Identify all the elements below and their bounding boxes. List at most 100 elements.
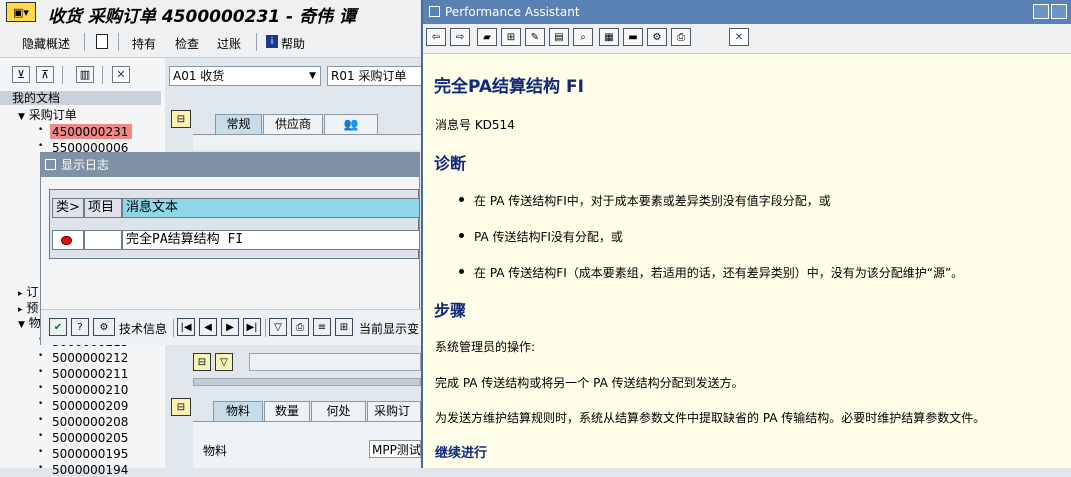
collapse-triangle-icon[interactable]: ▼ [18, 320, 25, 330]
bullet-icon: • [38, 125, 44, 135]
expand-triangle-icon[interactable]: ▸ [18, 305, 23, 315]
tech-info-button[interactable]: 技术信息 [119, 320, 167, 337]
hold-button[interactable]: 持有 [132, 35, 156, 52]
tree-node-collapsed[interactable]: ▸ 预 [18, 301, 39, 316]
hide-overview-button[interactable]: 隐藏概述 [22, 35, 70, 52]
error-light-icon [61, 236, 72, 245]
list-item[interactable]: 5000000211 [52, 367, 128, 381]
tab-material[interactable]: 物料 [213, 401, 263, 421]
list-item[interactable]: 5000000194 [52, 463, 128, 477]
toolbar-separator [118, 33, 119, 51]
material-label: 物料 [203, 444, 228, 458]
bullet-icon: • [38, 431, 44, 441]
next-page-icon[interactable]: ▶ [221, 318, 239, 336]
table-cell-message[interactable]: 完全PA结算结构 FI [122, 230, 420, 250]
check-button[interactable]: 检查 [175, 35, 199, 52]
question-icon[interactable]: ? [71, 318, 89, 336]
expand-all-icon[interactable]: ⊻ [12, 66, 30, 83]
diagnosis-item: 在 PA 传送结构FI（成本要素组，若适用的话，还有差异类别）中，没有为该分配维… [474, 266, 964, 280]
post-button[interactable]: 过账 [217, 35, 241, 52]
procedure-text: 为发送方维护结算规则时，系统从结算参数文件中提取缺省的 PA 传输结构。必要时维… [435, 411, 986, 425]
tab-vendor[interactable]: 供应商 [263, 114, 323, 134]
help-icon[interactable]: i [266, 35, 278, 48]
reference-select[interactable]: R01 采购订单 [327, 66, 421, 86]
tab-where[interactable]: 何处 [311, 401, 366, 421]
performance-assistant-window: Performance Assistant ⇦ ⇨ ▰ ⊞ ✎ ▤ ⌕ ▦ ▬ … [421, 0, 1071, 468]
header-toggle-icon[interactable]: ⊟ [171, 110, 191, 128]
item-toggle-icon[interactable]: ⊟ [171, 398, 191, 416]
tab-label: 物料 [225, 404, 250, 418]
first-page-icon[interactable]: |◀ [177, 318, 195, 336]
settings-icon[interactable]: ⚙ [647, 28, 667, 46]
document-icon[interactable]: ▦ [599, 28, 619, 46]
bullet-icon [459, 269, 464, 274]
list-item[interactable]: 5000000205 [52, 431, 128, 445]
expand-triangle-icon[interactable]: ▸ [18, 289, 23, 299]
print-icon[interactable]: ⎙ [671, 28, 691, 46]
tab-purchase-order[interactable]: 采购订 [367, 401, 421, 421]
list-item[interactable]: 5000000210 [52, 383, 128, 397]
tech-info-icon[interactable]: ⚙ [93, 318, 115, 336]
tree-node-expanded[interactable]: ▼ 物 [18, 317, 41, 331]
toolbar-separator [173, 319, 174, 337]
collapse-triangle-icon[interactable]: ▼ [18, 112, 25, 122]
material-field[interactable]: MPP测试 [369, 440, 421, 458]
sap-menu-icon[interactable]: ▣▾ [6, 2, 36, 22]
layout-icon[interactable]: ≡ [313, 318, 331, 336]
list-item[interactable]: 5000000212 [52, 351, 128, 365]
tab-label: 常规 [226, 117, 251, 131]
app-toolbar: 隐藏概述 持有 检查 过账 i 帮助 [0, 26, 420, 58]
horizontal-scrollbar[interactable] [193, 378, 421, 386]
reference-select-value: R01 采购订单 [331, 69, 407, 83]
bullet-icon: • [38, 383, 44, 393]
tab-general[interactable]: 常规 [215, 114, 262, 134]
filter-icon[interactable]: ▽ [215, 353, 233, 371]
tree-node-label: 预 [26, 301, 39, 315]
back-icon[interactable]: ⇦ [426, 28, 446, 46]
tree-node-purchase-orders[interactable]: ▼ 采购订单 [18, 108, 77, 123]
diagnosis-item: PA 传送结构FI没有分配，或 [474, 230, 623, 244]
new-document-icon[interactable] [96, 34, 108, 49]
close-icon[interactable]: ✕ [112, 66, 130, 83]
filter-icon[interactable]: ▽ [269, 318, 287, 336]
column-header-type[interactable]: 类> [52, 198, 84, 218]
check-icon[interactable]: ✔ [49, 318, 67, 336]
dialog-button-bar: ✔ ? ⚙ 技术信息 |◀ ◀ ▶ ▶| ▽ ⎙ ≡ ⊞ 当前显示变 [41, 309, 421, 345]
structure-icon[interactable]: ⊞ [501, 28, 521, 46]
info-icon[interactable]: ▬ [623, 28, 643, 46]
chevron-down-icon[interactable]: ▼ [309, 67, 316, 85]
table-cell-item[interactable] [84, 230, 122, 250]
search-icon[interactable]: ⌕ [573, 28, 593, 46]
list-item[interactable]: 5000000209 [52, 399, 128, 413]
tab-partners[interactable]: 👥 [324, 114, 378, 134]
column-header-item[interactable]: 项目 [84, 198, 122, 218]
last-page-icon[interactable]: ▶| [243, 318, 261, 336]
glossary-icon[interactable]: ▤ [549, 28, 569, 46]
list-item[interactable]: 5000000208 [52, 415, 128, 429]
list-item[interactable]: 4500000231 [52, 125, 128, 139]
print-icon[interactable]: ⊟ [193, 353, 211, 371]
tab-label: 供应商 [274, 117, 311, 131]
help-button[interactable]: 帮助 [281, 35, 305, 52]
collapse-all-icon[interactable]: ⊼ [36, 66, 54, 83]
list-item[interactable]: 5000000195 [52, 447, 128, 461]
minimize-icon[interactable] [1033, 4, 1049, 19]
tree-node-collapsed[interactable]: ▸ 订 [18, 286, 38, 300]
maximize-icon[interactable] [1051, 4, 1067, 19]
save-layout-icon[interactable]: ⊞ [335, 318, 353, 336]
action-select[interactable]: A01 收货 ▼ [169, 66, 321, 86]
column-header-message[interactable]: 消息文本 [122, 198, 420, 218]
tab-quantity[interactable]: 数量 [264, 401, 310, 421]
current-display-variant-button[interactable]: 当前显示变 [359, 320, 419, 337]
previous-page-icon[interactable]: ◀ [199, 318, 217, 336]
book-icon[interactable]: ▰ [477, 28, 497, 46]
edit-icon[interactable]: ✎ [525, 28, 545, 46]
delete-icon[interactable]: ▥ [76, 66, 94, 83]
bullet-icon: • [38, 399, 44, 409]
print-icon[interactable]: ⎙ [291, 318, 309, 336]
tree-node-label: 采购订单 [28, 108, 77, 122]
close-icon[interactable]: ✕ [729, 28, 749, 46]
forward-icon[interactable]: ⇨ [450, 28, 470, 46]
table-cell-type[interactable] [52, 230, 84, 250]
continue-link[interactable]: 继续进行 [435, 442, 487, 461]
